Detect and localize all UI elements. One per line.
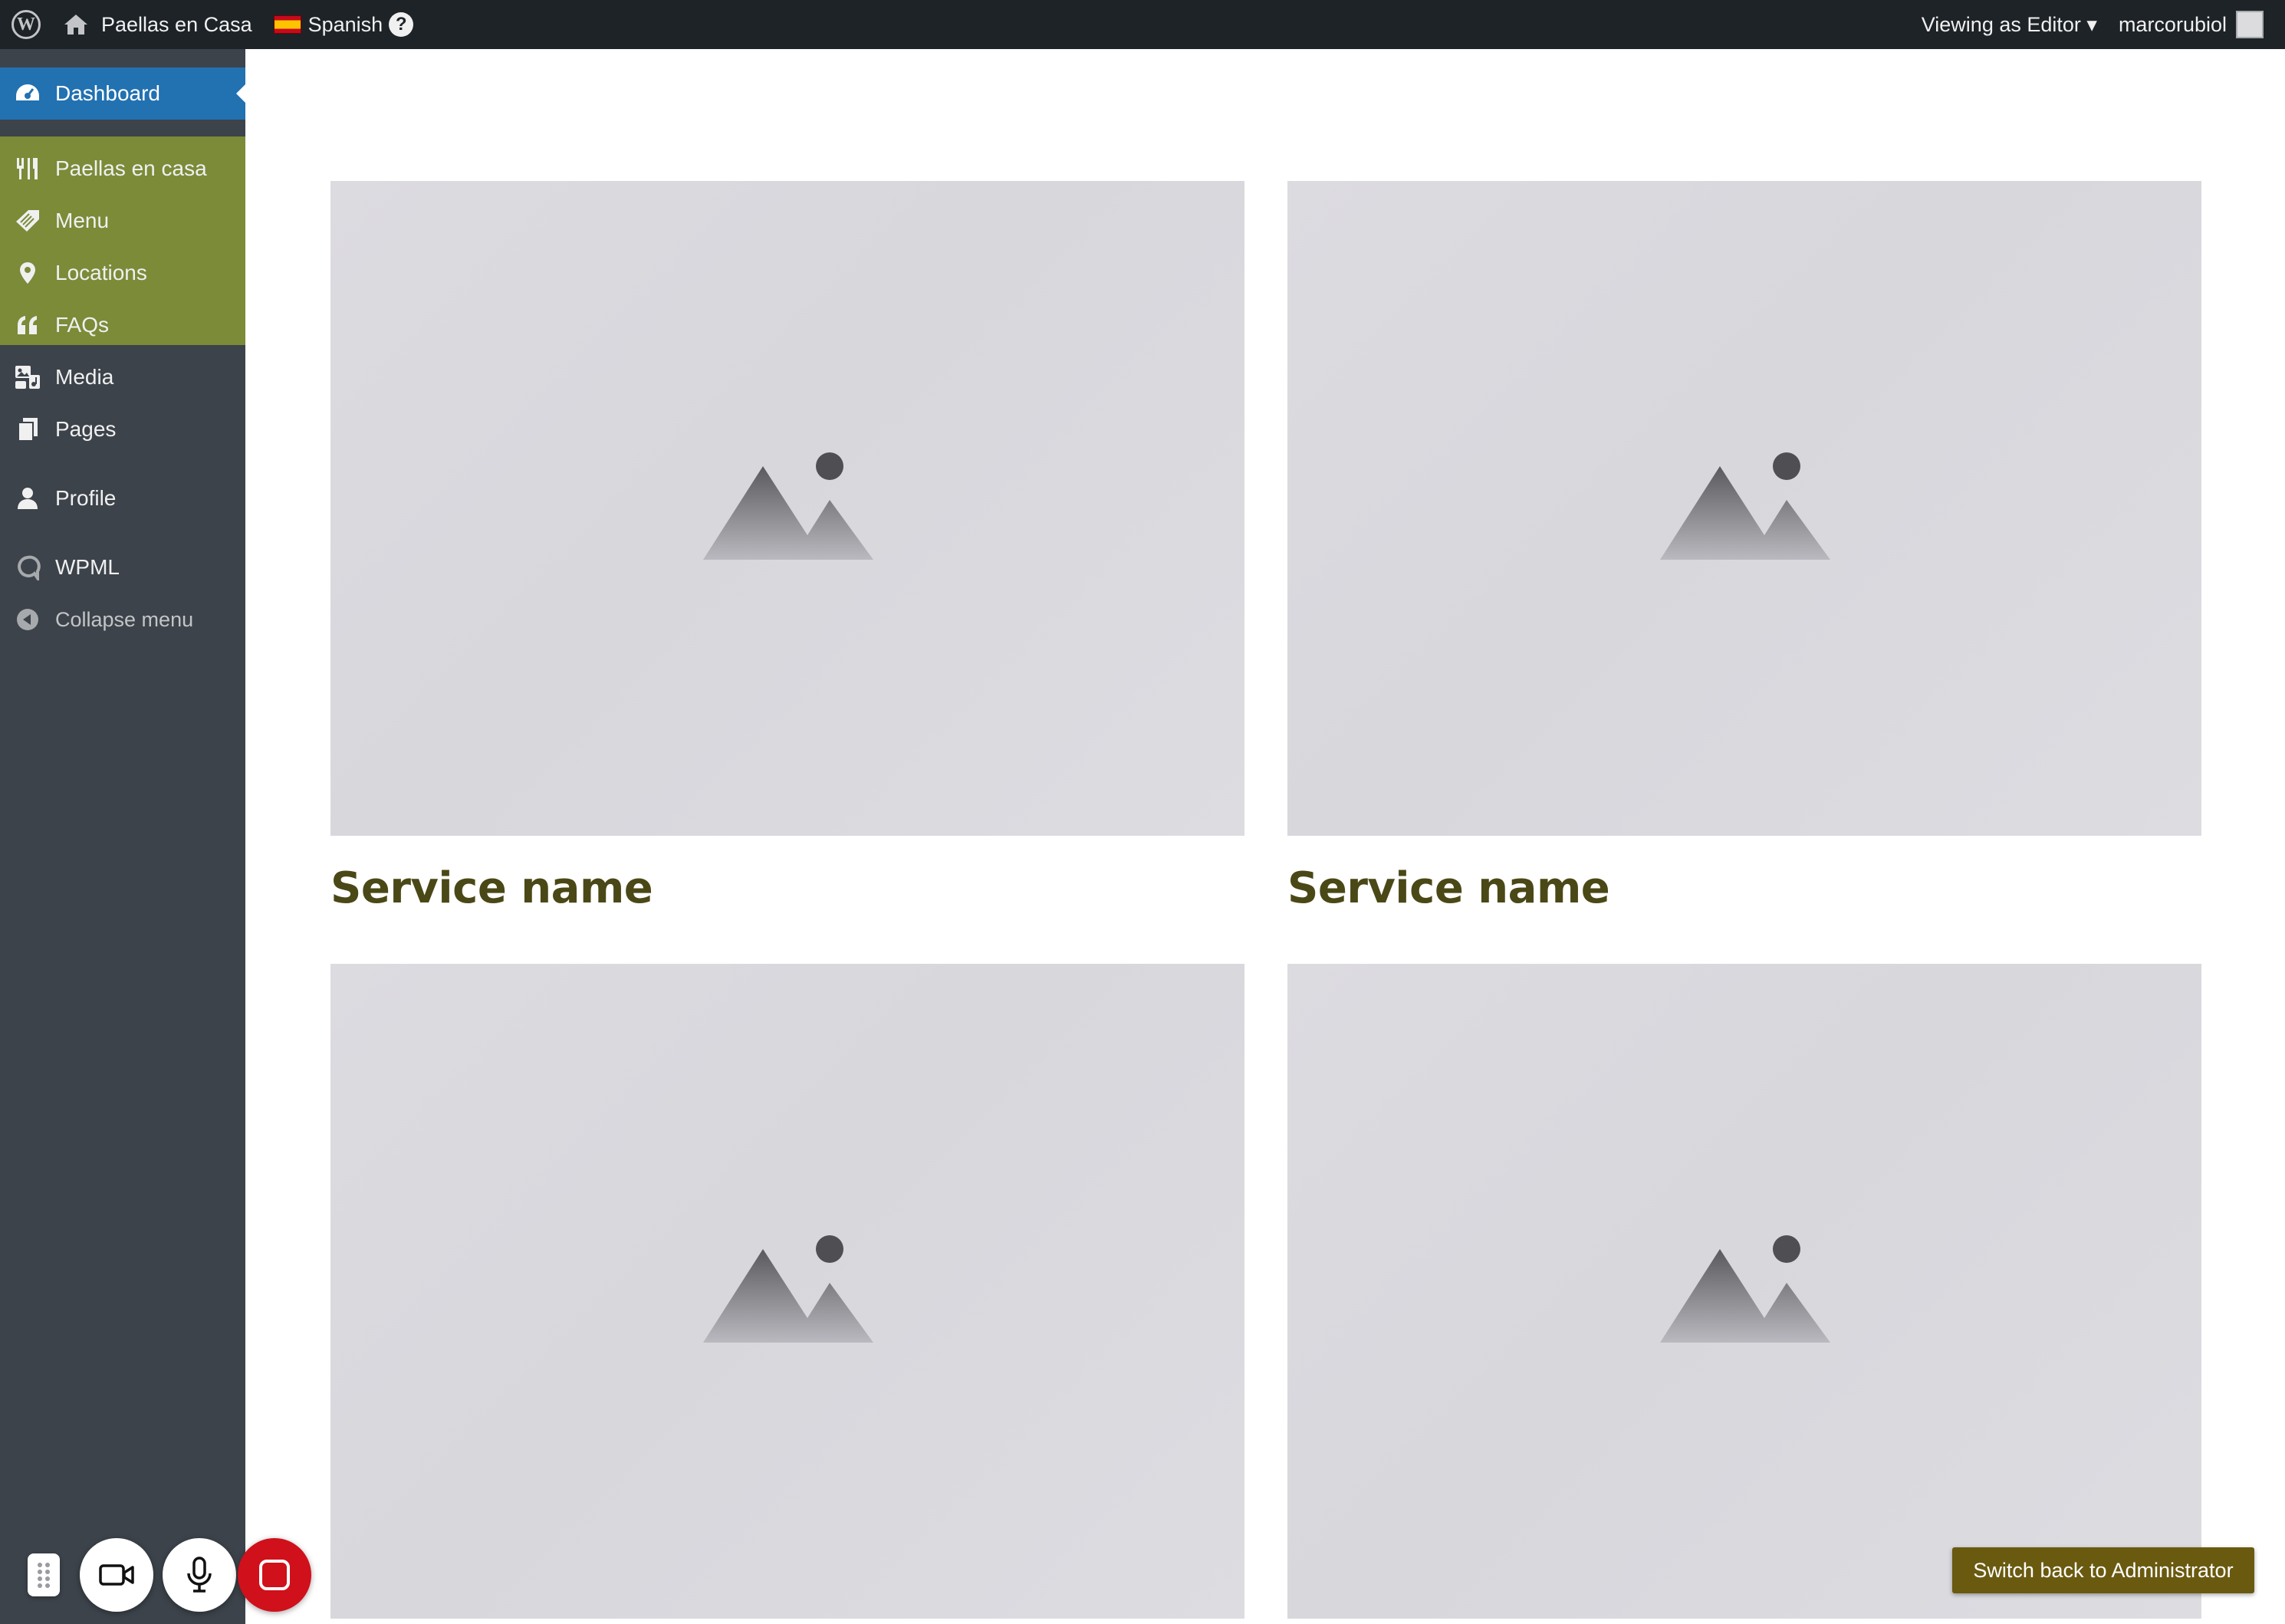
viewing-as-dropdown[interactable]: Viewing as Editor ▾ <box>1911 0 2108 49</box>
sidebar-item-label: Collapse menu <box>55 607 194 631</box>
service-title[interactable]: Service name <box>1287 863 1610 913</box>
sidebar-item-label: WPML <box>55 555 120 579</box>
language-label: Spanish <box>307 12 383 36</box>
service-image-placeholder <box>1287 964 2201 1619</box>
admin-bar: W Paellas en Casa Spanish ? Viewing as E… <box>0 0 2285 49</box>
admin-sidebar: Dashboard Paellas en casa Menu Locations… <box>0 49 245 1624</box>
stop-icon <box>259 1560 290 1590</box>
switch-back-button[interactable]: Switch back to Administrator <box>1952 1547 2254 1593</box>
collapse-menu-button[interactable]: Collapse menu <box>0 595 245 644</box>
help-icon[interactable]: ? <box>389 12 414 37</box>
tag-icon <box>0 209 55 233</box>
service-image-placeholder <box>1287 181 2201 836</box>
wordpress-icon: W <box>12 10 41 39</box>
sidebar-item-label: Menu <box>55 209 110 232</box>
sidebar-item-profile[interactable]: Profile <box>0 474 245 523</box>
pages-icon <box>0 416 55 442</box>
sidebar-item-locations[interactable]: Locations <box>0 248 245 298</box>
sidebar-item-pages[interactable]: Pages <box>0 405 245 454</box>
stop-recording-button[interactable] <box>238 1538 311 1612</box>
service-title[interactable]: Service name <box>330 863 653 913</box>
image-placeholder-icon <box>1660 452 1830 560</box>
avatar <box>2236 11 2264 38</box>
service-image-placeholder <box>330 181 1244 836</box>
sidebar-item-faqs[interactable]: FAQs <box>0 301 245 350</box>
sidebar-item-paellas-en-casa[interactable]: Paellas en casa <box>0 144 245 193</box>
fork-knife-icon <box>0 156 55 181</box>
image-placeholder-icon <box>703 1235 873 1343</box>
image-placeholder-icon <box>703 452 873 560</box>
microphone-icon <box>187 1557 212 1593</box>
sidebar-item-label: Pages <box>55 417 117 441</box>
viewing-as-label: Viewing as Editor ▾ <box>1921 12 2097 36</box>
sidebar-item-label: Paellas en casa <box>55 156 207 180</box>
microphone-button[interactable] <box>163 1538 236 1612</box>
home-icon <box>64 15 87 35</box>
site-name: Paellas en Casa <box>101 12 252 36</box>
sidebar-item-label: Dashboard <box>55 81 160 105</box>
sidebar-item-menu[interactable]: Menu <box>0 196 245 245</box>
site-name-link[interactable]: Paellas en Casa <box>52 0 263 49</box>
language-switcher[interactable]: Spanish ? <box>263 0 425 49</box>
sidebar-item-label: Locations <box>55 261 147 284</box>
wordpress-logo-button[interactable]: W <box>0 0 52 49</box>
media-icon <box>0 364 55 390</box>
sidebar-item-media[interactable]: Media <box>0 353 245 402</box>
sidebar-item-label: FAQs <box>55 313 110 337</box>
camera-icon <box>99 1564 134 1586</box>
sidebar-item-wpml[interactable]: WPML <box>0 543 245 592</box>
sidebar-item-dashboard[interactable]: Dashboard <box>0 67 245 120</box>
camera-button[interactable] <box>80 1538 153 1612</box>
drag-handle-icon[interactable] <box>28 1553 60 1596</box>
quote-icon <box>0 314 55 336</box>
dashboard-icon <box>0 82 55 105</box>
spain-flag-icon <box>273 15 301 34</box>
user-icon <box>0 486 55 511</box>
wpml-icon <box>0 554 55 580</box>
service-image-placeholder <box>330 964 1244 1619</box>
sidebar-item-label: Media <box>55 365 114 389</box>
sidebar-item-label: Profile <box>55 486 117 510</box>
collapse-icon <box>0 607 55 632</box>
username: marcorubiol <box>2118 12 2227 36</box>
location-pin-icon <box>0 261 55 285</box>
image-placeholder-icon <box>1660 1235 1830 1343</box>
user-account-menu[interactable]: marcorubiol <box>2108 0 2274 49</box>
